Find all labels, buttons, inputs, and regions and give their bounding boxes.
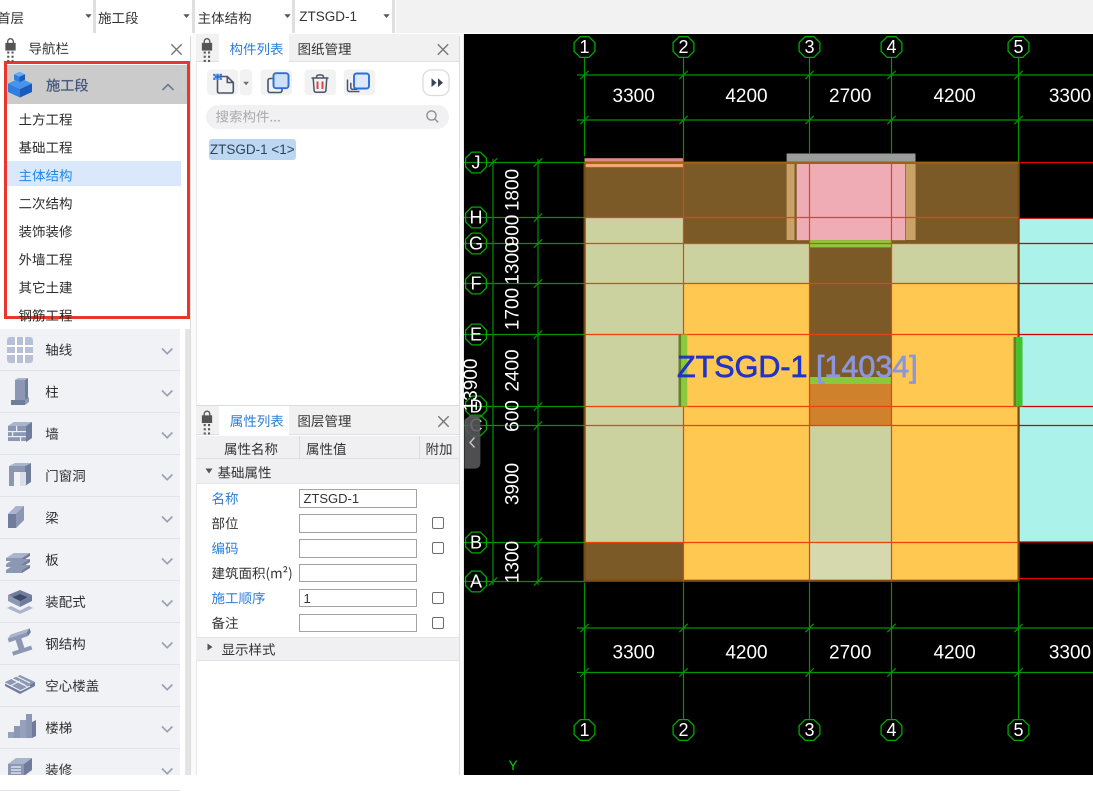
svg-text:1700: 1700: [503, 288, 524, 330]
svg-text:4200: 4200: [933, 643, 975, 664]
svg-text:ZTSGD-1 [14034]: ZTSGD-1 [14034]: [677, 350, 918, 384]
svg-text:2700: 2700: [829, 86, 871, 107]
svg-text:3: 3: [804, 720, 814, 740]
svg-text:1800: 1800: [503, 169, 524, 211]
svg-text:1: 1: [579, 720, 589, 740]
svg-text:G: G: [469, 234, 483, 254]
svg-text:4: 4: [886, 37, 896, 57]
svg-text:3300: 3300: [1049, 86, 1091, 107]
svg-text:2700: 2700: [829, 643, 871, 664]
svg-text:2: 2: [678, 720, 688, 740]
svg-text:1: 1: [579, 37, 589, 57]
svg-text:3: 3: [804, 37, 814, 57]
svg-text:3300: 3300: [613, 86, 655, 107]
svg-text:900: 900: [503, 215, 524, 247]
svg-text:4200: 4200: [725, 643, 767, 664]
svg-text:4200: 4200: [725, 86, 767, 107]
svg-text:1300: 1300: [503, 541, 524, 583]
svg-text:4200: 4200: [933, 86, 975, 107]
svg-text:600: 600: [503, 400, 524, 432]
svg-text:5: 5: [1013, 720, 1023, 740]
svg-text:1300: 1300: [503, 242, 524, 284]
svg-text:E: E: [470, 325, 482, 345]
svg-text:4: 4: [886, 720, 896, 740]
svg-text:J: J: [472, 153, 481, 173]
svg-text:H: H: [470, 208, 483, 228]
svg-text:2400: 2400: [503, 349, 524, 391]
svg-text:2: 2: [678, 37, 688, 57]
svg-text:B: B: [470, 533, 482, 553]
svg-text:A: A: [470, 572, 482, 592]
svg-text:13900: 13900: [463, 359, 482, 412]
svg-text:5: 5: [1013, 37, 1023, 57]
svg-text:F: F: [471, 274, 482, 294]
svg-text:3900: 3900: [503, 463, 524, 505]
svg-text:3300: 3300: [1049, 643, 1091, 664]
svg-text:3300: 3300: [613, 643, 655, 664]
svg-text:Y: Y: [508, 758, 517, 773]
